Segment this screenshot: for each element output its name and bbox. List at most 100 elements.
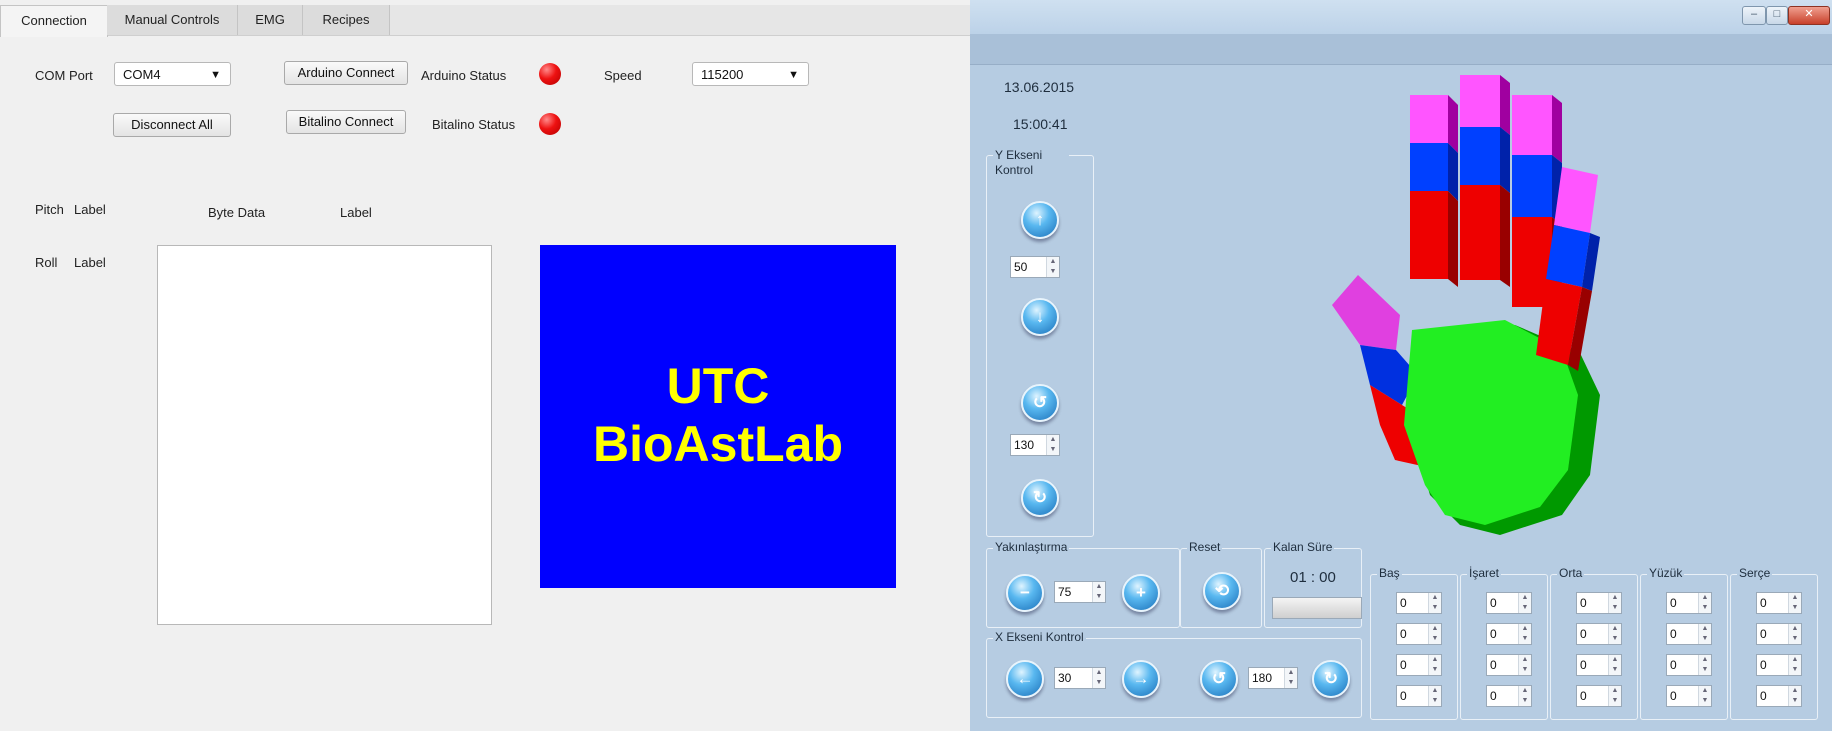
x-right-arrow-icon[interactable]: → [1122, 660, 1160, 698]
chevron-down-icon: ▼ [788, 69, 799, 81]
middle-mid-segment [1460, 127, 1500, 185]
spin-arrows-icon[interactable]: ▲ ▼ [1428, 686, 1441, 706]
x-value-1-stepper[interactable]: 30 ▲ ▼ [1054, 667, 1106, 689]
spin-arrows-icon[interactable]: ▲ ▼ [1608, 686, 1621, 706]
spin-arrows-icon[interactable]: ▲ ▼ [1698, 624, 1711, 644]
y-value-2-stepper[interactable]: 130 ▲ ▼ [1010, 434, 1060, 456]
byte-data-list[interactable] [157, 245, 492, 625]
arduino-connect-button[interactable]: Arduino Connect [284, 61, 408, 85]
finger-stepper[interactable]: 0 ▲ ▼ [1486, 623, 1532, 645]
finger-stepper[interactable]: 0 ▲ ▼ [1486, 685, 1532, 707]
minimize-icon[interactable]: – [1742, 6, 1766, 25]
finger-value: 0 [1580, 627, 1587, 641]
finger-stepper[interactable]: 0 ▲ ▼ [1756, 592, 1802, 614]
y-up-arrow-icon[interactable]: ↑ [1021, 201, 1059, 239]
spin-arrows-icon[interactable]: ▲ ▼ [1092, 668, 1105, 688]
spin-arrows-icon[interactable]: ▲ ▼ [1428, 593, 1441, 613]
finger-value: 0 [1400, 627, 1407, 641]
maximize-icon[interactable]: □ [1766, 6, 1788, 25]
index-base-segment [1410, 191, 1448, 279]
finger-stepper[interactable]: 0 ▲ ▼ [1756, 623, 1802, 645]
finger-value: 0 [1490, 627, 1497, 641]
spin-arrows-icon[interactable]: ▲ ▼ [1046, 435, 1059, 455]
spin-arrows-icon[interactable]: ▲ ▼ [1788, 624, 1801, 644]
reset-title: Reset [1187, 540, 1223, 554]
finger-stepper[interactable]: 0 ▲ ▼ [1666, 623, 1712, 645]
y-down-arrow-icon[interactable]: ↓ [1021, 298, 1059, 336]
spin-arrows-icon[interactable]: ▲ ▼ [1518, 686, 1531, 706]
zoom-in-icon[interactable]: + [1122, 574, 1160, 612]
spin-arrows-icon[interactable]: ▲ ▼ [1608, 593, 1621, 613]
reset-icon[interactable]: ⟲ [1203, 572, 1241, 610]
spin-arrows-icon[interactable]: ▲ ▼ [1428, 624, 1441, 644]
spin-arrows-icon[interactable]: ▲ ▼ [1518, 593, 1531, 613]
finger-stepper[interactable]: 0 ▲ ▼ [1396, 623, 1442, 645]
byte-data-label: Byte Data [208, 205, 266, 220]
finger-value: 0 [1400, 658, 1407, 672]
finger-value: 0 [1490, 596, 1497, 610]
finger-stepper[interactable]: 0 ▲ ▼ [1666, 685, 1712, 707]
spin-arrows-icon[interactable]: ▲ ▼ [1046, 257, 1059, 277]
finger-stepper[interactable]: 0 ▲ ▼ [1666, 592, 1712, 614]
hand-3d-view[interactable] [1300, 75, 1620, 535]
spin-arrows-icon[interactable]: ▲ ▼ [1788, 655, 1801, 675]
finger-stepper[interactable]: 0 ▲ ▼ [1666, 654, 1712, 676]
spin-arrows-icon[interactable]: ▲ ▼ [1608, 655, 1621, 675]
finger-stepper[interactable]: 0 ▲ ▼ [1576, 623, 1622, 645]
zoom-out-icon[interactable]: − [1006, 574, 1044, 612]
remaining-time-value: 01 : 00 [1290, 569, 1336, 586]
finger-stepper[interactable]: 0 ▲ ▼ [1576, 592, 1622, 614]
spin-arrows-icon[interactable]: ▲ ▼ [1788, 686, 1801, 706]
remaining-time-title: Kalan Süre [1271, 540, 1335, 554]
rotate-ccw-icon[interactable]: ↺ [1200, 660, 1238, 698]
x-value-2: 180 [1252, 671, 1273, 685]
finger-stepper[interactable]: 0 ▲ ▼ [1486, 654, 1532, 676]
bioastlab-logo: UTC BioAstLab [540, 245, 896, 588]
y-value-1-stepper[interactable]: 50 ▲ ▼ [1010, 256, 1060, 278]
x-left-arrow-icon[interactable]: ← [1006, 660, 1044, 698]
finger-value: 0 [1670, 596, 1677, 610]
zoom-stepper[interactable]: 75 ▲ ▼ [1054, 581, 1106, 603]
close-icon[interactable]: ✕ [1788, 6, 1830, 25]
tab-manual-controls[interactable]: Manual Controls [107, 5, 238, 35]
finger-stepper[interactable]: 0 ▲ ▼ [1396, 592, 1442, 614]
spin-arrows-icon[interactable]: ▲ ▼ [1698, 686, 1711, 706]
speed-value: 115200 [701, 67, 744, 82]
finger-stepper[interactable]: 0 ▲ ▼ [1576, 654, 1622, 676]
spin-arrows-icon[interactable]: ▲ ▼ [1092, 582, 1105, 602]
hand-control-window: – □ ✕ 13.06.2015 15:00:41 Y Ekseni Kontr… [970, 0, 1832, 731]
spin-arrows-icon[interactable]: ▲ ▼ [1518, 624, 1531, 644]
finger-stepper[interactable]: 0 ▲ ▼ [1396, 685, 1442, 707]
finger-stepper[interactable]: 0 ▲ ▼ [1756, 685, 1802, 707]
time-display: 15:00:41 [1013, 116, 1068, 132]
chevron-down-icon: ▼ [210, 69, 221, 81]
com-port-select[interactable]: COM4 ▼ [114, 62, 231, 86]
top-strip [970, 34, 1832, 65]
rotate-left-icon[interactable]: ↺ [1021, 384, 1059, 422]
bitalino-connect-button[interactable]: Bitalino Connect [286, 110, 406, 134]
spin-arrows-icon[interactable]: ▲ ▼ [1698, 655, 1711, 675]
finger-title-index: İşaret [1467, 566, 1502, 580]
spin-arrows-icon[interactable]: ▲ ▼ [1788, 593, 1801, 613]
rotate-cw-icon[interactable]: ↻ [1312, 660, 1350, 698]
rotate-right-icon[interactable]: ↻ [1021, 479, 1059, 517]
finger-stepper[interactable]: 0 ▲ ▼ [1396, 654, 1442, 676]
tab-emg[interactable]: EMG [238, 5, 303, 35]
arduino-status-led [539, 63, 561, 85]
spin-arrows-icon[interactable]: ▲ ▼ [1698, 593, 1711, 613]
speed-select[interactable]: 115200 ▼ [692, 62, 809, 86]
spin-arrows-icon[interactable]: ▲ ▼ [1518, 655, 1531, 675]
finger-stepper[interactable]: 0 ▲ ▼ [1756, 654, 1802, 676]
finger-stepper[interactable]: 0 ▲ ▼ [1576, 685, 1622, 707]
finger-value: 0 [1670, 658, 1677, 672]
tab-connection[interactable]: Connection [0, 5, 108, 37]
roll-value: Label [74, 255, 106, 270]
spin-arrows-icon[interactable]: ▲ ▼ [1608, 624, 1621, 644]
spin-arrows-icon[interactable]: ▲ ▼ [1428, 655, 1441, 675]
x-value-2-stepper[interactable]: 180 ▲ ▼ [1248, 667, 1298, 689]
spin-arrows-icon[interactable]: ▲ ▼ [1284, 668, 1297, 688]
finger-stepper[interactable]: 0 ▲ ▼ [1486, 592, 1532, 614]
disconnect-all-button[interactable]: Disconnect All [113, 113, 231, 137]
tab-recipes[interactable]: Recipes [303, 5, 390, 35]
finger-value: 0 [1670, 627, 1677, 641]
